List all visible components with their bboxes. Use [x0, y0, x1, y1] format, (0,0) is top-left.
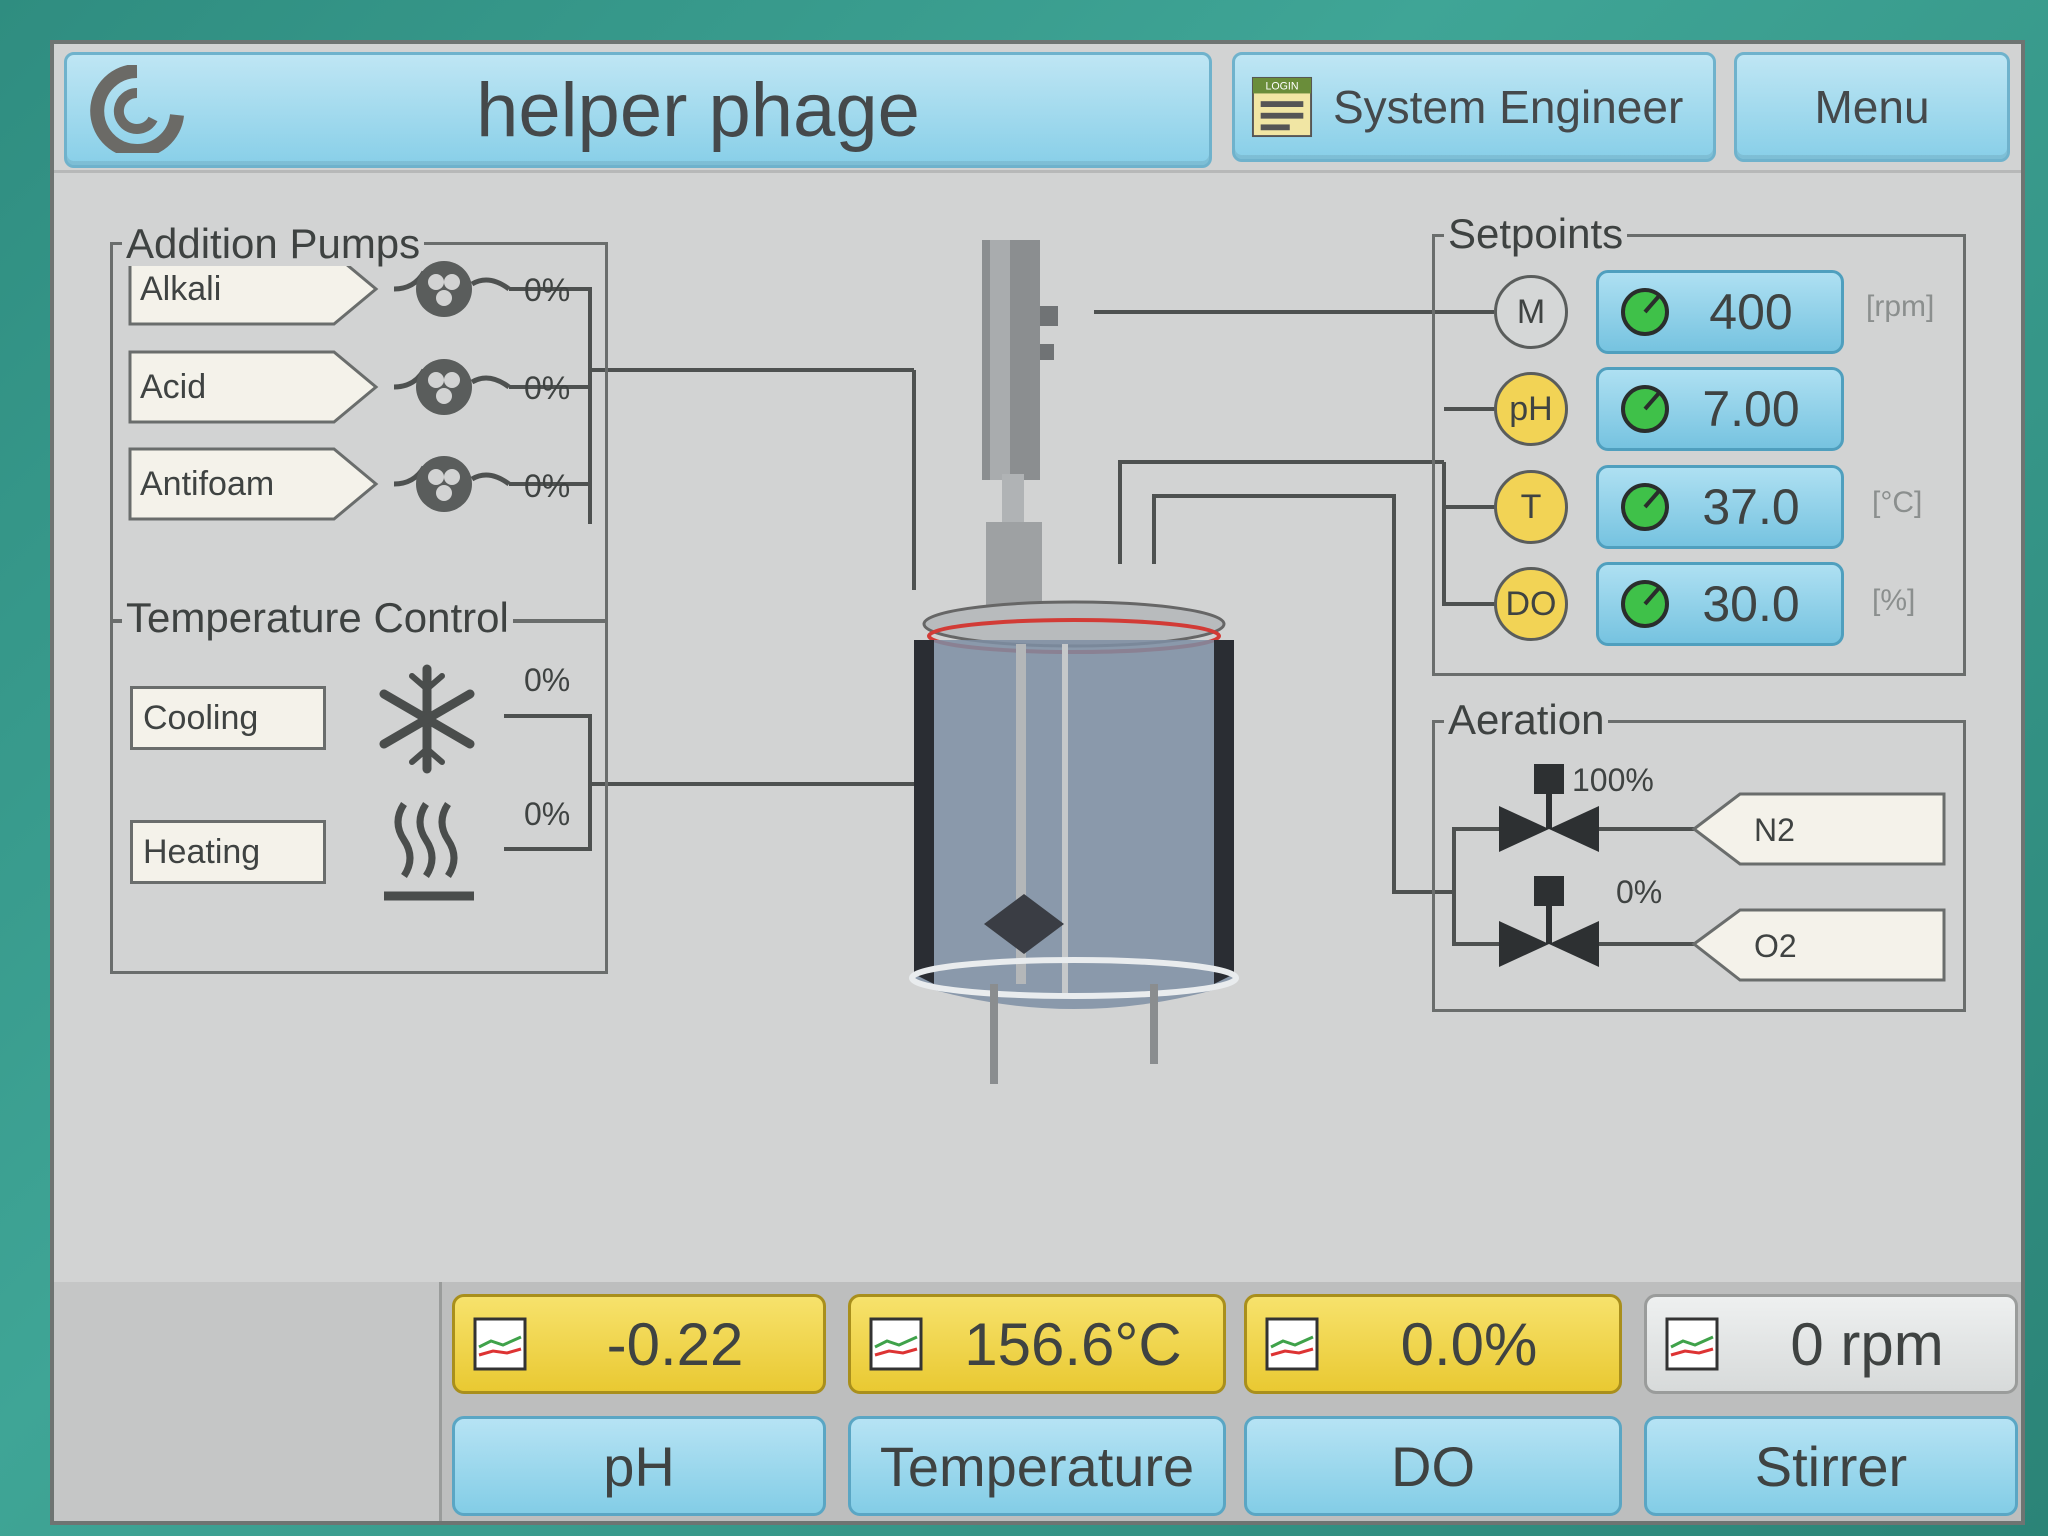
trend-chart-icon	[1265, 1317, 1319, 1371]
tab-ph-label: pH	[603, 1434, 675, 1498]
heating-button[interactable]: Heating	[130, 820, 326, 884]
temperature-control-title: Temperature Control	[122, 596, 513, 640]
heating-value: 0%	[524, 796, 571, 832]
node-temperature-label: T	[1520, 487, 1542, 526]
temperature-measurement-value: 156.6°C	[964, 1310, 1182, 1378]
setpoint-temperature-field[interactable]: 37.0	[1596, 465, 1844, 549]
gas-n2-label[interactable]: N2	[1754, 812, 1795, 849]
node-ph-label: pH	[1509, 389, 1553, 428]
stirrer-measurement-value: 0 rpm	[1790, 1310, 1944, 1378]
bioreactor-vessel-image	[909, 240, 1239, 1084]
ph-measurement-value: -0.22	[606, 1310, 744, 1378]
do-measurement[interactable]: 0.0%	[1244, 1294, 1622, 1394]
setpoints-title: Setpoints	[1444, 212, 1628, 256]
pump-alkali-value: 0%	[524, 272, 571, 308]
setpoint-stirrer-value: 400	[1709, 284, 1793, 340]
setpoint-temperature-unit: [°C]	[1872, 486, 1923, 519]
gauge-icon	[1621, 580, 1669, 628]
ph-measurement[interactable]: -0.22	[452, 1294, 826, 1394]
node-do-label: DO	[1505, 584, 1557, 623]
cooling-label: Cooling	[143, 698, 259, 737]
setpoint-stirrer-unit: [rpm]	[1866, 290, 1935, 323]
setpoint-ph-field[interactable]: 7.00	[1596, 367, 1844, 451]
cooling-value: 0%	[524, 662, 571, 698]
trend-chart-icon	[1665, 1317, 1719, 1371]
aeration-title: Aeration	[1444, 698, 1609, 742]
tab-do[interactable]: DO	[1244, 1416, 1622, 1516]
setpoint-do-unit: [%]	[1872, 584, 1916, 617]
setpoint-temperature-value: 37.0	[1702, 479, 1800, 535]
gauge-icon	[1621, 483, 1669, 531]
do-measurement-value: 0.0%	[1400, 1310, 1538, 1378]
hmi-screen: helper phage LOGIN System Engineer Menu	[50, 40, 2025, 1525]
node-do: DO	[1494, 567, 1568, 641]
tab-stirrer-label: Stirrer	[1754, 1434, 1908, 1498]
tab-do-label: DO	[1391, 1434, 1475, 1498]
gas-o2-label[interactable]: O2	[1754, 928, 1797, 965]
setpoint-do-value: 30.0	[1702, 576, 1800, 632]
pump-acid-button[interactable]: Acid	[130, 355, 330, 419]
trend-chart-icon	[473, 1317, 527, 1371]
tab-temperature-label: Temperature	[879, 1434, 1195, 1498]
pump-acid-label: Acid	[140, 367, 207, 406]
pump-acid-value: 0%	[524, 370, 571, 406]
pump-antifoam-button[interactable]: Antifoam	[130, 452, 330, 516]
pump-alkali-button[interactable]: Alkali	[130, 257, 330, 321]
aeration-group	[1432, 720, 1966, 1012]
setpoint-do-field[interactable]: 30.0	[1596, 562, 1844, 646]
trend-chart-icon	[869, 1317, 923, 1371]
tab-ph[interactable]: pH	[452, 1416, 826, 1516]
valve-n2-value: 100%	[1572, 762, 1654, 798]
node-temperature: T	[1494, 470, 1568, 544]
setpoint-ph-value: 7.00	[1702, 381, 1800, 437]
node-ph: pH	[1494, 372, 1568, 446]
gauge-icon	[1621, 288, 1669, 336]
node-motor-label: M	[1516, 292, 1546, 331]
tab-stirrer[interactable]: Stirrer	[1644, 1416, 2018, 1516]
temperature-measurement[interactable]: 156.6°C	[848, 1294, 1226, 1394]
setpoint-stirrer-field[interactable]: 400	[1596, 270, 1844, 354]
node-motor: M	[1494, 275, 1568, 349]
cooling-button[interactable]: Cooling	[130, 686, 326, 750]
pump-antifoam-label: Antifoam	[140, 464, 275, 503]
stirrer-measurement[interactable]: 0 rpm	[1644, 1294, 2018, 1394]
pump-antifoam-value: 0%	[524, 468, 571, 504]
heating-label: Heating	[143, 832, 261, 871]
valve-o2-value: 0%	[1616, 874, 1663, 910]
gauge-icon	[1621, 385, 1669, 433]
tab-temperature[interactable]: Temperature	[848, 1416, 1226, 1516]
pump-alkali-label: Alkali	[140, 269, 222, 308]
bottom-left-blank	[54, 1282, 442, 1521]
